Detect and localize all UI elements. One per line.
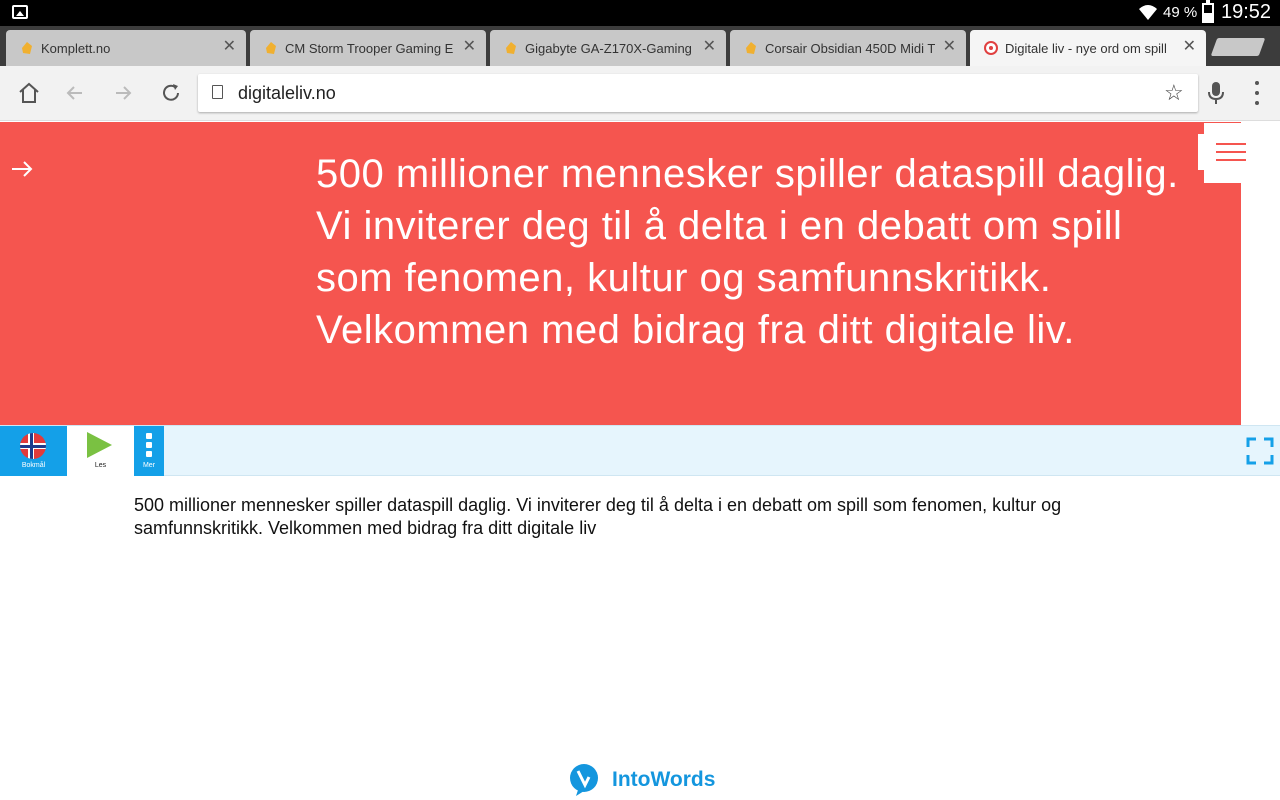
tab-title: Gigabyte GA-Z170X-Gaming [525,40,692,56]
hero-banner: 500 millioner mennesker spiller dataspil… [0,122,1241,425]
komplett-favicon-icon [22,42,32,54]
address-bar[interactable]: digitaleliv.no ☆ [198,74,1198,112]
gallery-icon [12,5,28,19]
komplett-favicon-icon [266,42,276,54]
battery-icon [1202,0,1214,23]
url-text[interactable]: digitaleliv.no [238,83,336,104]
close-icon[interactable]: ✕ [1183,39,1196,55]
back-icon[interactable] [62,80,88,106]
play-icon [87,432,112,458]
close-icon[interactable]: ✕ [943,39,956,55]
digitaleliv-favicon-icon [984,41,998,55]
arrow-right-icon[interactable] [10,158,34,180]
close-icon[interactable]: ✕ [463,39,476,55]
tab-title: Corsair Obsidian 450D Midi T [765,40,935,56]
intowords-toolbar: Bokmål Les Mer [0,425,1280,476]
tab-komplett[interactable]: Komplett.no ✕ [6,30,246,66]
close-icon[interactable]: ✕ [223,39,236,55]
wifi-icon [1139,5,1157,20]
norway-flag-icon [20,433,46,459]
browser-toolbar: digitaleliv.no ☆ [0,66,1280,121]
new-tab-button[interactable] [1210,38,1266,56]
tab-title: Digitale liv - nye ord om spill [1005,40,1167,56]
read-label: Les [94,462,107,469]
home-icon[interactable] [16,80,42,106]
page-icon [212,85,223,99]
more-dots-icon [146,433,152,457]
tab-corsair[interactable]: Corsair Obsidian 450D Midi T ✕ [730,30,966,66]
tab-gigabyte[interactable]: Gigabyte GA-Z170X-Gaming ✕ [490,30,726,66]
body-text: 500 millioner mennesker spiller dataspil… [134,495,1062,538]
komplett-favicon-icon [506,42,516,54]
tab-title: CM Storm Trooper Gaming E [285,40,454,56]
star-icon[interactable]: ☆ [1164,80,1184,106]
tab-title: Komplett.no [41,40,111,56]
reload-icon[interactable] [158,80,184,106]
forward-icon[interactable] [110,80,136,106]
language-button[interactable]: Bokmål [0,426,67,476]
more-button[interactable]: Mer [134,426,164,476]
status-bar: 49 % 19:52 [0,0,1280,26]
language-label: Bokmål [21,462,46,469]
intowords-logo[interactable]: IntoWords [568,764,715,796]
read-button[interactable]: Les [67,426,134,476]
more-label: Mer [142,462,156,469]
mic-icon[interactable] [1206,80,1226,106]
fullscreen-icon[interactable] [1246,437,1274,465]
close-icon[interactable]: ✕ [703,39,716,55]
intowords-logo-icon [570,764,598,796]
intowords-logo-text: IntoWords [612,768,716,791]
battery-percent: 49 % [1163,4,1198,21]
tab-strip: Komplett.no ✕ CM Storm Trooper Gaming E … [0,26,1280,66]
hero-text: 500 millioner mennesker spiller dataspil… [316,152,1179,352]
overflow-menu-icon[interactable] [1254,81,1260,105]
komplett-favicon-icon [746,42,756,54]
tab-cm-storm[interactable]: CM Storm Trooper Gaming E ✕ [250,30,486,66]
clock: 19:52 [1221,1,1272,23]
hamburger-menu-icon[interactable] [1204,123,1250,183]
tab-digitale-liv[interactable]: Digitale liv - nye ord om spill ✕ [970,30,1206,66]
